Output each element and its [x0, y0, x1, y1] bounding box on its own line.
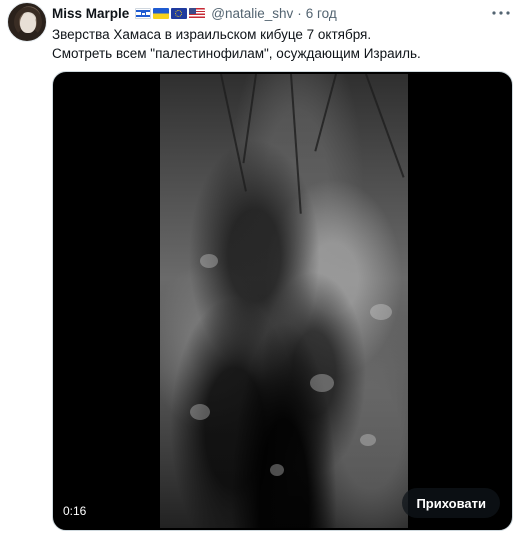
author-flags	[135, 7, 206, 19]
video-player[interactable]: 0:16 Приховати	[52, 71, 513, 531]
flag-israel-icon	[135, 7, 152, 19]
author-handle[interactable]: @natalie_shv	[211, 6, 293, 21]
timestamp[interactable]: 6 год	[306, 6, 337, 21]
tweet-header: Miss Marple @natalie_shv · 6 год	[52, 3, 485, 23]
flag-usa-icon	[189, 7, 206, 19]
tweet-text-line-1: Зверства Хамаса в израильском кибуце 7 о…	[52, 27, 372, 42]
tweet: Miss Marple @natalie_shv · 6 год Зверств…	[0, 0, 519, 537]
author-name[interactable]: Miss Marple	[52, 6, 129, 21]
video-frame[interactable]	[160, 74, 408, 528]
video-timestamp: 0:16	[63, 504, 87, 518]
flag-eu-icon	[171, 7, 188, 19]
avatar-face	[20, 13, 36, 33]
avatar[interactable]	[7, 2, 47, 42]
tweet-text: Зверства Хамаса в израильском кибуце 7 о…	[52, 25, 509, 63]
tweet-text-line-2: Смотреть всем "палестинофилам", осуждающ…	[52, 46, 421, 61]
hide-button[interactable]: Приховати	[402, 488, 500, 518]
separator-dot: ·	[297, 5, 302, 21]
more-options-icon[interactable]	[491, 4, 511, 22]
flag-ukraine-icon	[153, 7, 170, 19]
